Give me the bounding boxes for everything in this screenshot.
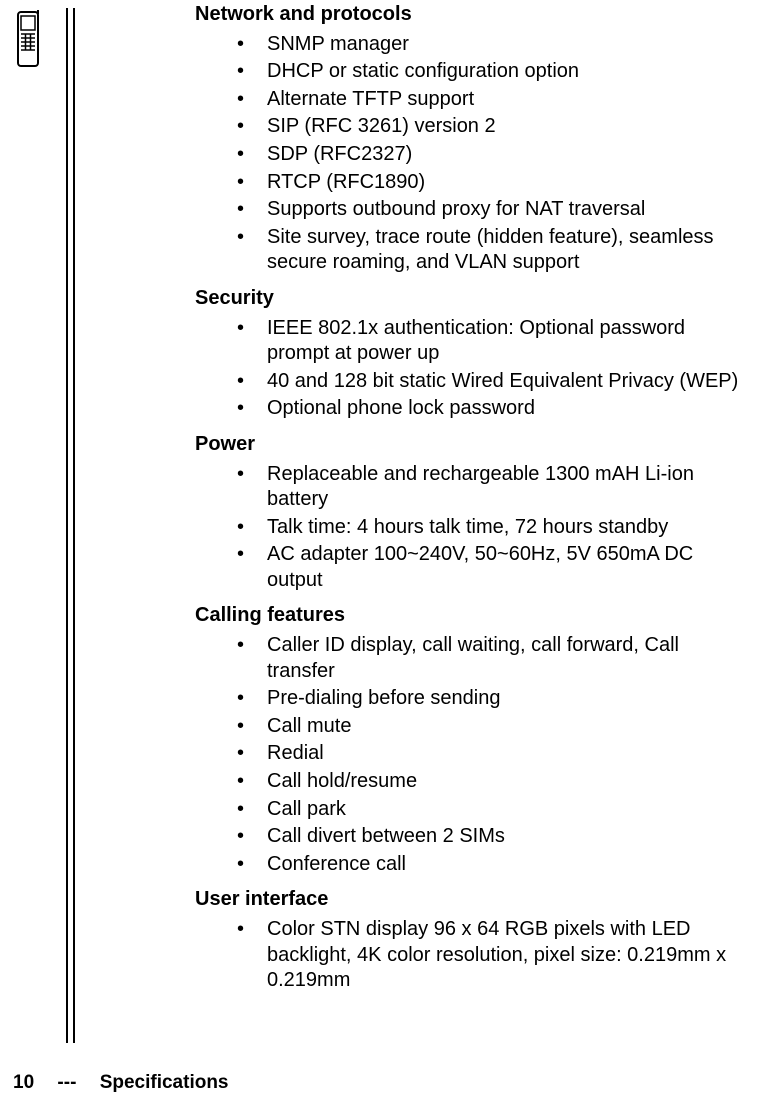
list-item: AC adapter 100~240V, 50~60Hz, 5V 650mA D… bbox=[237, 542, 750, 593]
list-item: RTCP (RFC1890) bbox=[237, 170, 750, 196]
bullet-list: SNMP manager DHCP or static configuratio… bbox=[195, 32, 750, 276]
list-item: Caller ID display, call waiting, call fo… bbox=[237, 633, 750, 684]
list-item: SNMP manager bbox=[237, 32, 750, 58]
bullet-list: Replaceable and rechargeable 1300 mAH Li… bbox=[195, 462, 750, 594]
section-heading: Network and protocols bbox=[195, 0, 750, 30]
section-heading: Security bbox=[195, 284, 750, 314]
list-item: DHCP or static configuration option bbox=[237, 59, 750, 85]
list-item: Site survey, trace route (hidden feature… bbox=[237, 225, 750, 276]
section-heading: Calling features bbox=[195, 601, 750, 631]
section-heading: User interface bbox=[195, 885, 750, 915]
footer-separator: --- bbox=[57, 1072, 76, 1093]
list-item: 40 and 128 bit static Wired Equivalent P… bbox=[237, 369, 750, 395]
section-calling-features: Calling features Caller ID display, call… bbox=[195, 601, 750, 877]
list-item: SIP (RFC 3261) version 2 bbox=[237, 114, 750, 140]
list-item: Pre-dialing before sending bbox=[237, 686, 750, 712]
list-item: Color STN display 96 x 64 RGB pixels wit… bbox=[237, 917, 750, 994]
vertical-rule bbox=[66, 8, 68, 1043]
list-item: Alternate TFTP support bbox=[237, 87, 750, 113]
list-item: Talk time: 4 hours talk time, 72 hours s… bbox=[237, 515, 750, 541]
bullet-list: IEEE 802.1x authentication: Optional pas… bbox=[195, 316, 750, 422]
section-heading: Power bbox=[195, 430, 750, 460]
bullet-list: Caller ID display, call waiting, call fo… bbox=[195, 633, 750, 877]
list-item: Call mute bbox=[237, 714, 750, 740]
list-item: Replaceable and rechargeable 1300 mAH Li… bbox=[237, 462, 750, 513]
bullet-list: Color STN display 96 x 64 RGB pixels wit… bbox=[195, 917, 750, 994]
list-item: Call hold/resume bbox=[237, 769, 750, 795]
phone-icon bbox=[10, 10, 46, 68]
list-item: Redial bbox=[237, 741, 750, 767]
document-page: Network and protocols SNMP manager DHCP … bbox=[0, 0, 762, 1110]
list-item: Call park bbox=[237, 797, 750, 823]
list-item: Supports outbound proxy for NAT traversa… bbox=[237, 197, 750, 223]
section-network-and-protocols: Network and protocols SNMP manager DHCP … bbox=[195, 0, 750, 276]
list-item: SDP (RFC2327) bbox=[237, 142, 750, 168]
content-column: Network and protocols SNMP manager DHCP … bbox=[195, 0, 750, 996]
list-item: IEEE 802.1x authentication: Optional pas… bbox=[237, 316, 750, 367]
page-number: 10 bbox=[13, 1072, 34, 1093]
list-item: Conference call bbox=[237, 852, 750, 878]
page-footer: 10 --- Specifications bbox=[13, 1071, 229, 1095]
section-security: Security IEEE 802.1x authentication: Opt… bbox=[195, 284, 750, 422]
footer-section-name: Specifications bbox=[100, 1072, 229, 1093]
list-item: Optional phone lock password bbox=[237, 396, 750, 422]
section-power: Power Replaceable and rechargeable 1300 … bbox=[195, 430, 750, 594]
section-user-interface: User interface Color STN display 96 x 64… bbox=[195, 885, 750, 993]
list-item: Call divert between 2 SIMs bbox=[237, 824, 750, 850]
